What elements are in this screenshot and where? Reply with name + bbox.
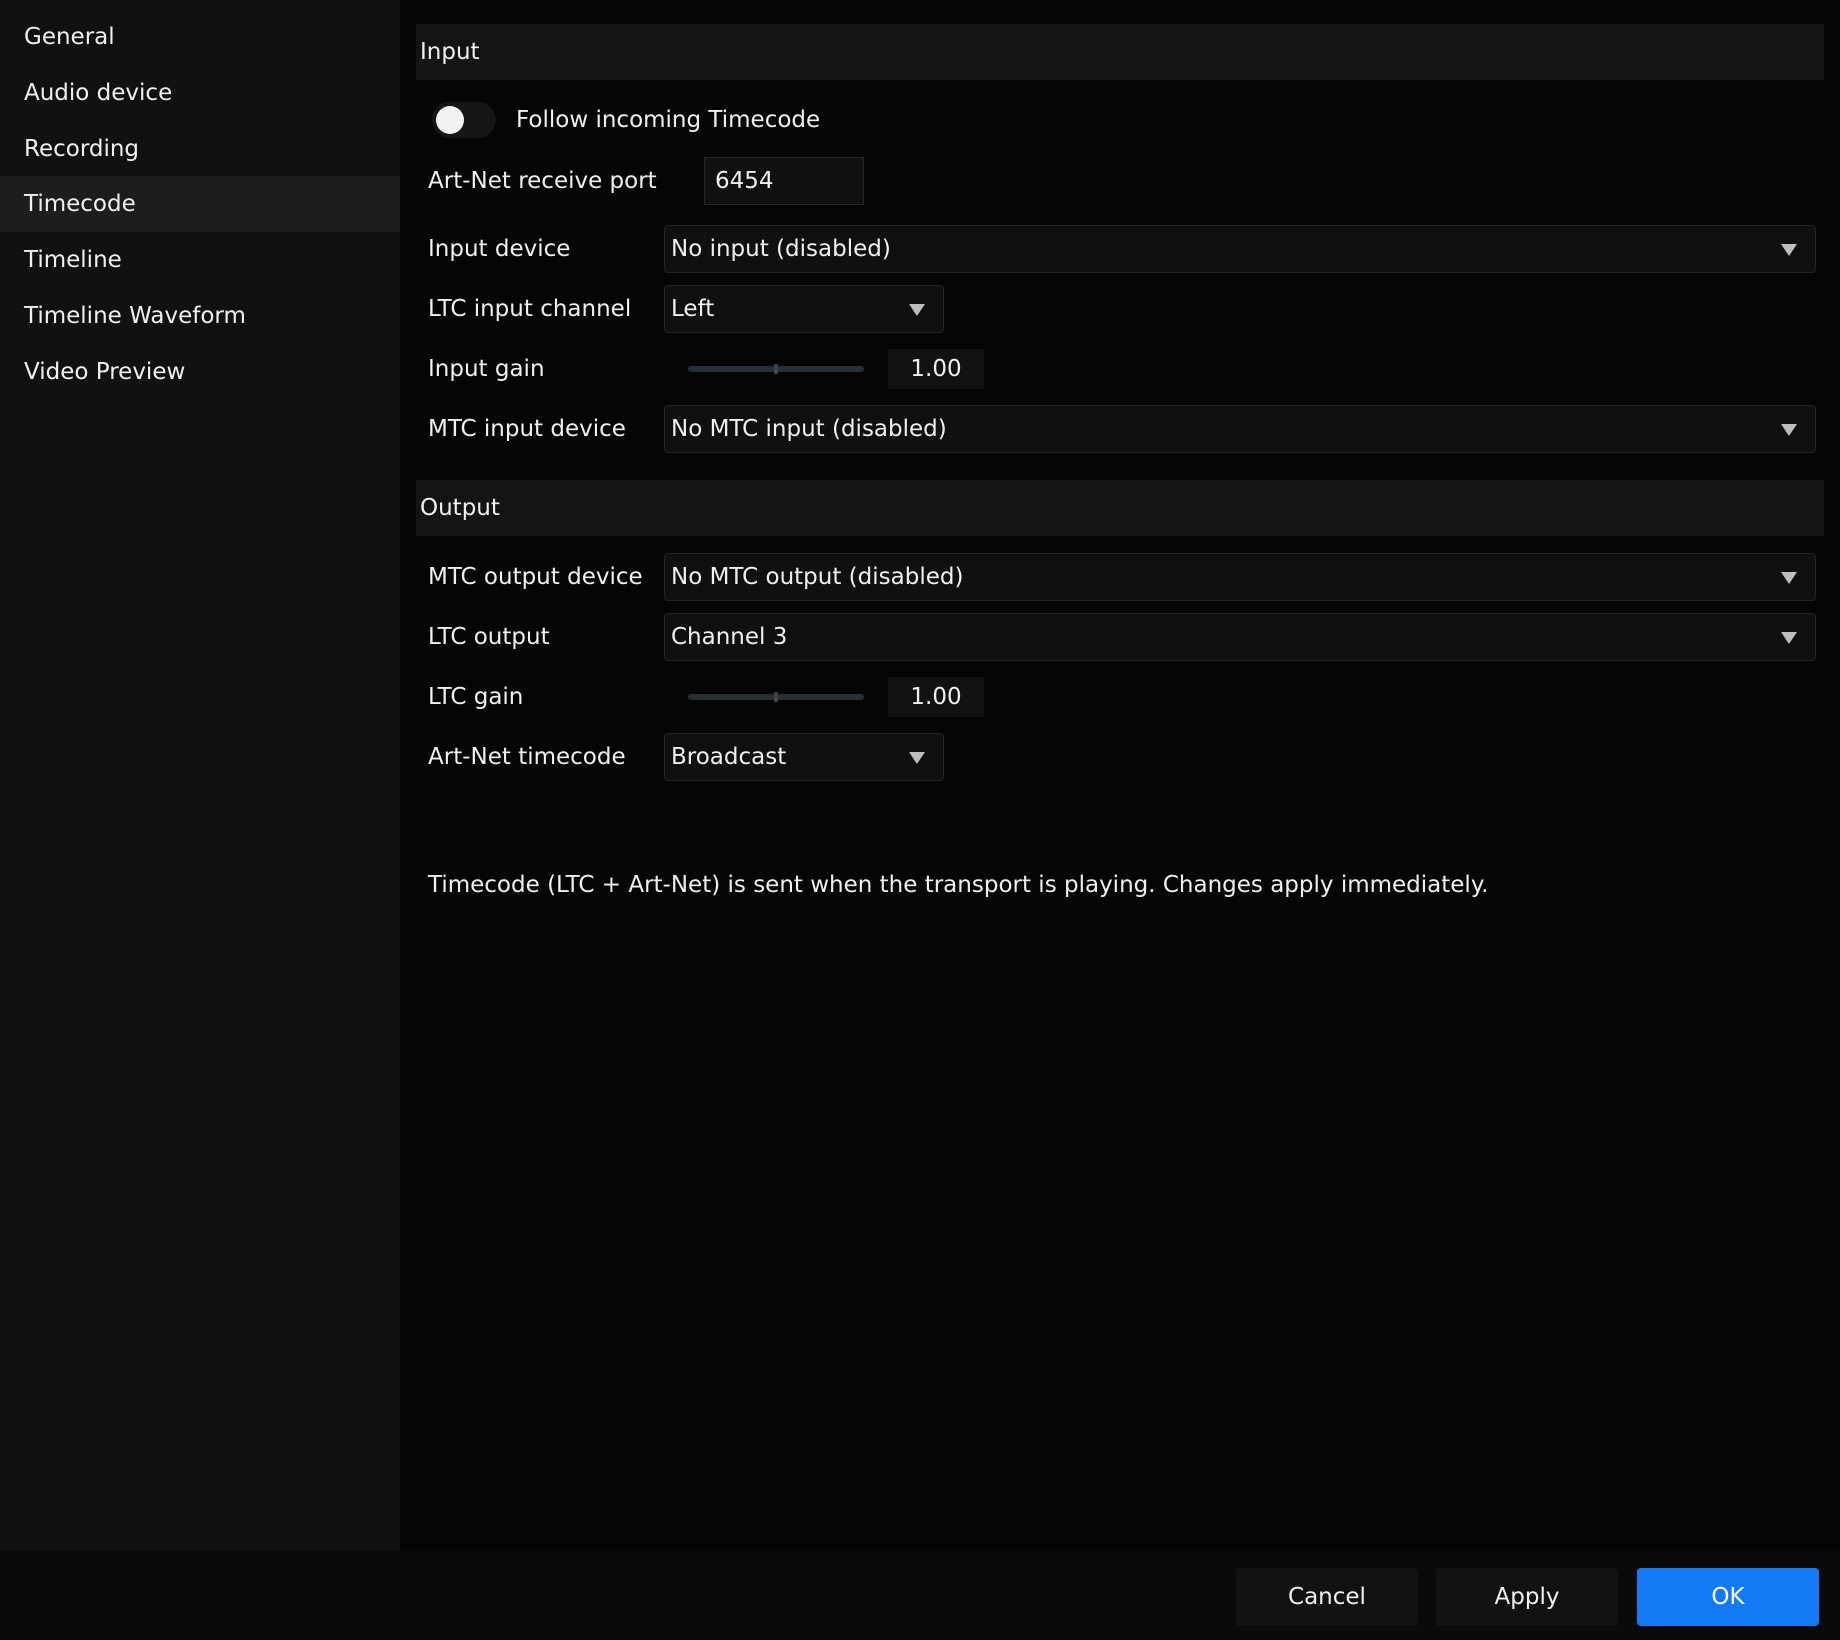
artnet-timecode-label: Art-Net timecode	[428, 744, 626, 770]
sidebar-item-audio-device[interactable]: Audio device	[0, 65, 400, 121]
ltc-gain-value[interactable]: 1.00	[888, 677, 984, 717]
artnet-port-input[interactable]: 6454	[704, 157, 864, 205]
section-title: Output	[420, 495, 500, 521]
sidebar-item-label: Timecode	[24, 191, 136, 217]
sidebar-item-timecode[interactable]: Timecode	[0, 176, 400, 232]
follow-timecode-toggle[interactable]	[432, 102, 496, 138]
ltc-gain-value-text: 1.00	[910, 684, 962, 710]
ltc-output-select[interactable]: Channel 3	[664, 613, 1816, 661]
mtc-output-device-value: No MTC output (disabled)	[671, 564, 964, 590]
sidebar-item-general[interactable]: General	[0, 9, 400, 65]
slider-fill	[688, 366, 776, 372]
sidebar-item-recording[interactable]: Recording	[0, 121, 400, 177]
input-section-header: Input	[416, 24, 1824, 80]
ok-button-label: OK	[1711, 1584, 1745, 1610]
mtc-output-device-label: MTC output device	[428, 564, 643, 590]
slider-handle[interactable]	[774, 692, 778, 702]
input-gain-value-text: 1.00	[910, 356, 962, 382]
chevron-down-icon	[909, 752, 925, 764]
sidebar-item-timeline-waveform[interactable]: Timeline Waveform	[0, 288, 400, 344]
preferences-window: General Audio device Recording Timecode …	[0, 0, 1840, 1640]
sidebar-item-label: General	[24, 24, 115, 50]
slider-handle[interactable]	[774, 364, 778, 374]
cancel-button-label: Cancel	[1288, 1584, 1366, 1610]
sidebar-item-label: Timeline	[24, 247, 122, 273]
mtc-input-device-label: MTC input device	[428, 416, 626, 442]
input-gain-slider[interactable]	[688, 364, 864, 374]
ltc-output-label: LTC output	[428, 624, 550, 650]
output-section-header: Output	[416, 480, 1824, 536]
chevron-down-icon	[1781, 244, 1797, 256]
sidebar-item-label: Timeline Waveform	[24, 303, 246, 329]
sidebar-item-video-preview[interactable]: Video Preview	[0, 344, 400, 400]
ok-button[interactable]: OK	[1637, 1568, 1819, 1626]
sidebar-item-label: Audio device	[24, 80, 173, 106]
artnet-port-value: 6454	[715, 168, 774, 194]
apply-button[interactable]: Apply	[1436, 1568, 1618, 1626]
input-device-value: No input (disabled)	[671, 236, 891, 262]
sidebar-item-label: Recording	[24, 136, 140, 162]
section-title: Input	[420, 39, 480, 65]
ltc-output-value: Channel 3	[671, 624, 788, 650]
toggle-thumb	[436, 106, 464, 134]
artnet-timecode-select[interactable]: Broadcast	[664, 733, 944, 781]
timecode-info-text: Timecode (LTC + Art-Net) is sent when th…	[428, 872, 1489, 898]
timecode-settings-panel: Input Follow incoming Timecode Art-Net r…	[400, 0, 1840, 1551]
artnet-timecode-value: Broadcast	[671, 744, 787, 770]
ltc-input-channel-select[interactable]: Left	[664, 285, 944, 333]
ltc-input-channel-value: Left	[671, 296, 715, 322]
cancel-button[interactable]: Cancel	[1236, 1568, 1418, 1626]
artnet-port-label: Art-Net receive port	[428, 168, 657, 194]
input-gain-value[interactable]: 1.00	[888, 349, 984, 389]
follow-timecode-label: Follow incoming Timecode	[516, 107, 821, 133]
chevron-down-icon	[1781, 424, 1797, 436]
chevron-down-icon	[1781, 572, 1797, 584]
dialog-footer: Cancel Apply OK	[0, 1551, 1840, 1640]
sidebar-item-timeline[interactable]: Timeline	[0, 232, 400, 288]
mtc-input-device-value: No MTC input (disabled)	[671, 416, 947, 442]
ltc-gain-slider[interactable]	[688, 692, 864, 702]
slider-fill	[688, 694, 776, 700]
input-gain-label: Input gain	[428, 356, 545, 382]
sidebar-item-label: Video Preview	[24, 359, 186, 385]
ltc-gain-label: LTC gain	[428, 684, 524, 710]
ltc-input-channel-label: LTC input channel	[428, 296, 632, 322]
input-device-select[interactable]: No input (disabled)	[664, 225, 1816, 273]
sidebar: General Audio device Recording Timecode …	[0, 0, 400, 1551]
chevron-down-icon	[909, 304, 925, 316]
mtc-input-device-select[interactable]: No MTC input (disabled)	[664, 405, 1816, 453]
mtc-output-device-select[interactable]: No MTC output (disabled)	[664, 553, 1816, 601]
input-device-label: Input device	[428, 236, 571, 262]
apply-button-label: Apply	[1494, 1584, 1560, 1610]
chevron-down-icon	[1781, 632, 1797, 644]
